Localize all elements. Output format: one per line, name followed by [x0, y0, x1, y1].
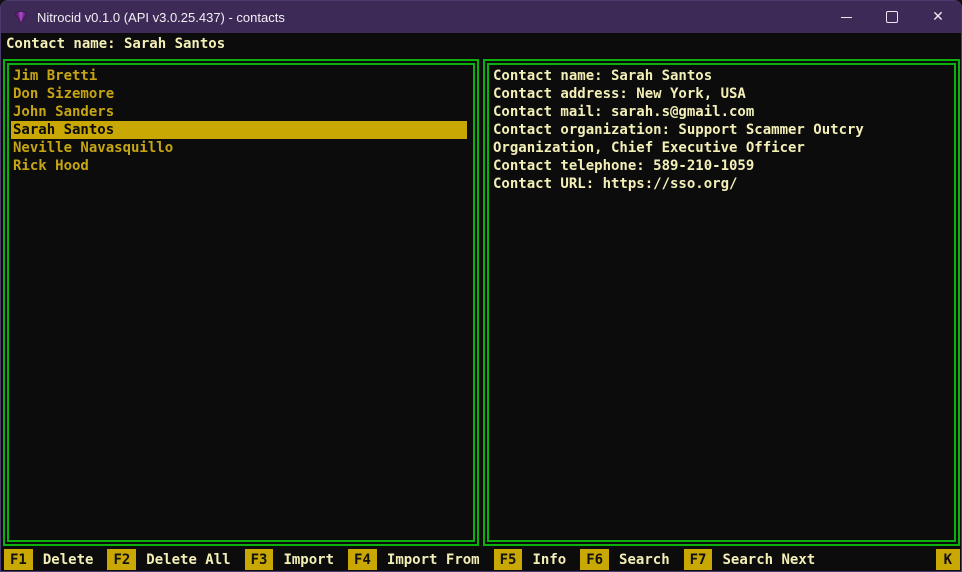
contact-detail-line: Contact telephone: 589-210-1059 [491, 157, 954, 175]
contact-list-item[interactable]: Don Sizemore [11, 85, 467, 103]
key-badge: F3 [245, 549, 274, 570]
close-button[interactable]: ✕ [915, 1, 961, 33]
minimize-button[interactable] [823, 1, 869, 33]
titlebar: Nitrocid v0.1.0 (API v3.0.25.437) - cont… [1, 1, 961, 33]
contact-list-item[interactable]: Rick Hood [11, 157, 467, 175]
maximize-button[interactable] [869, 1, 915, 33]
contact-detail-line: Contact URL: https://sso.org/ [491, 175, 954, 193]
contact-list-item[interactable]: John Sanders [11, 103, 467, 121]
contact-list-item[interactable]: Neville Navasquillo [11, 139, 467, 157]
key-badge: F1 [4, 549, 33, 570]
key-badge: K [936, 549, 960, 570]
key-label: Search Next [722, 549, 815, 570]
key-badge: F4 [348, 549, 377, 570]
keybinding-f6[interactable]: F6 Search [580, 549, 669, 570]
key-badge: F2 [107, 549, 136, 570]
window-title: Nitrocid v0.1.0 (API v3.0.25.437) - cont… [37, 10, 285, 25]
key-label: Delete All [146, 549, 230, 570]
keybinding-f5[interactable]: F5 Info [494, 549, 567, 570]
contact-detail-line: Contact mail: sarah.s@gmail.com [491, 103, 954, 121]
contact-list-panel[interactable]: Jim BrettiDon SizemoreJohn SandersSarah … [3, 59, 479, 546]
keybinding-k[interactable]: K [936, 549, 960, 570]
status-bar: F1 Delete F2 Delete All F3 Import F4 Import Fro… [2, 549, 960, 570]
nitrocid-logo-icon [13, 9, 29, 25]
minimize-icon [841, 17, 852, 18]
key-badge: F6 [580, 549, 609, 570]
key-label: Delete [43, 549, 94, 570]
key-label: Import [283, 549, 334, 570]
contact-detail-line: Contact address: New York, USA [491, 85, 954, 103]
close-icon: ✕ [932, 10, 944, 24]
contact-detail-line: Contact name: Sarah Santos [491, 67, 954, 85]
contact-list-item[interactable]: Sarah Santos [11, 121, 467, 139]
key-label: Import From [387, 549, 480, 570]
window-controls: ✕ [823, 1, 961, 33]
keybinding-f2[interactable]: F2 Delete All [107, 549, 230, 570]
key-badge: F5 [494, 549, 523, 570]
contact-list: Jim BrettiDon SizemoreJohn SandersSarah … [9, 65, 473, 175]
key-label: Info [532, 549, 566, 570]
key-label: Search [619, 549, 670, 570]
maximize-icon [886, 11, 898, 23]
keybinding-f3[interactable]: F3 Import [245, 549, 334, 570]
keybinding-f4[interactable]: F4 Import From [348, 549, 480, 570]
contact-details: Contact name: Sarah SantosContact addres… [489, 65, 954, 193]
contact-detail-line: Organization, Chief Executive Officer [491, 139, 954, 157]
keybinding-f7[interactable]: F7 Search Next [684, 549, 816, 570]
contact-detail-line: Contact organization: Support Scammer Ou… [491, 121, 954, 139]
contact-list-item[interactable]: Jim Bretti [11, 67, 467, 85]
app-window: Nitrocid v0.1.0 (API v3.0.25.437) - cont… [0, 0, 962, 572]
key-badge: F7 [684, 549, 713, 570]
keybinding-f1[interactable]: F1 Delete [4, 549, 93, 570]
contact-details-panel: Contact name: Sarah SantosContact addres… [483, 59, 960, 546]
contact-name-header: Contact name: Sarah Santos [2, 33, 960, 59]
